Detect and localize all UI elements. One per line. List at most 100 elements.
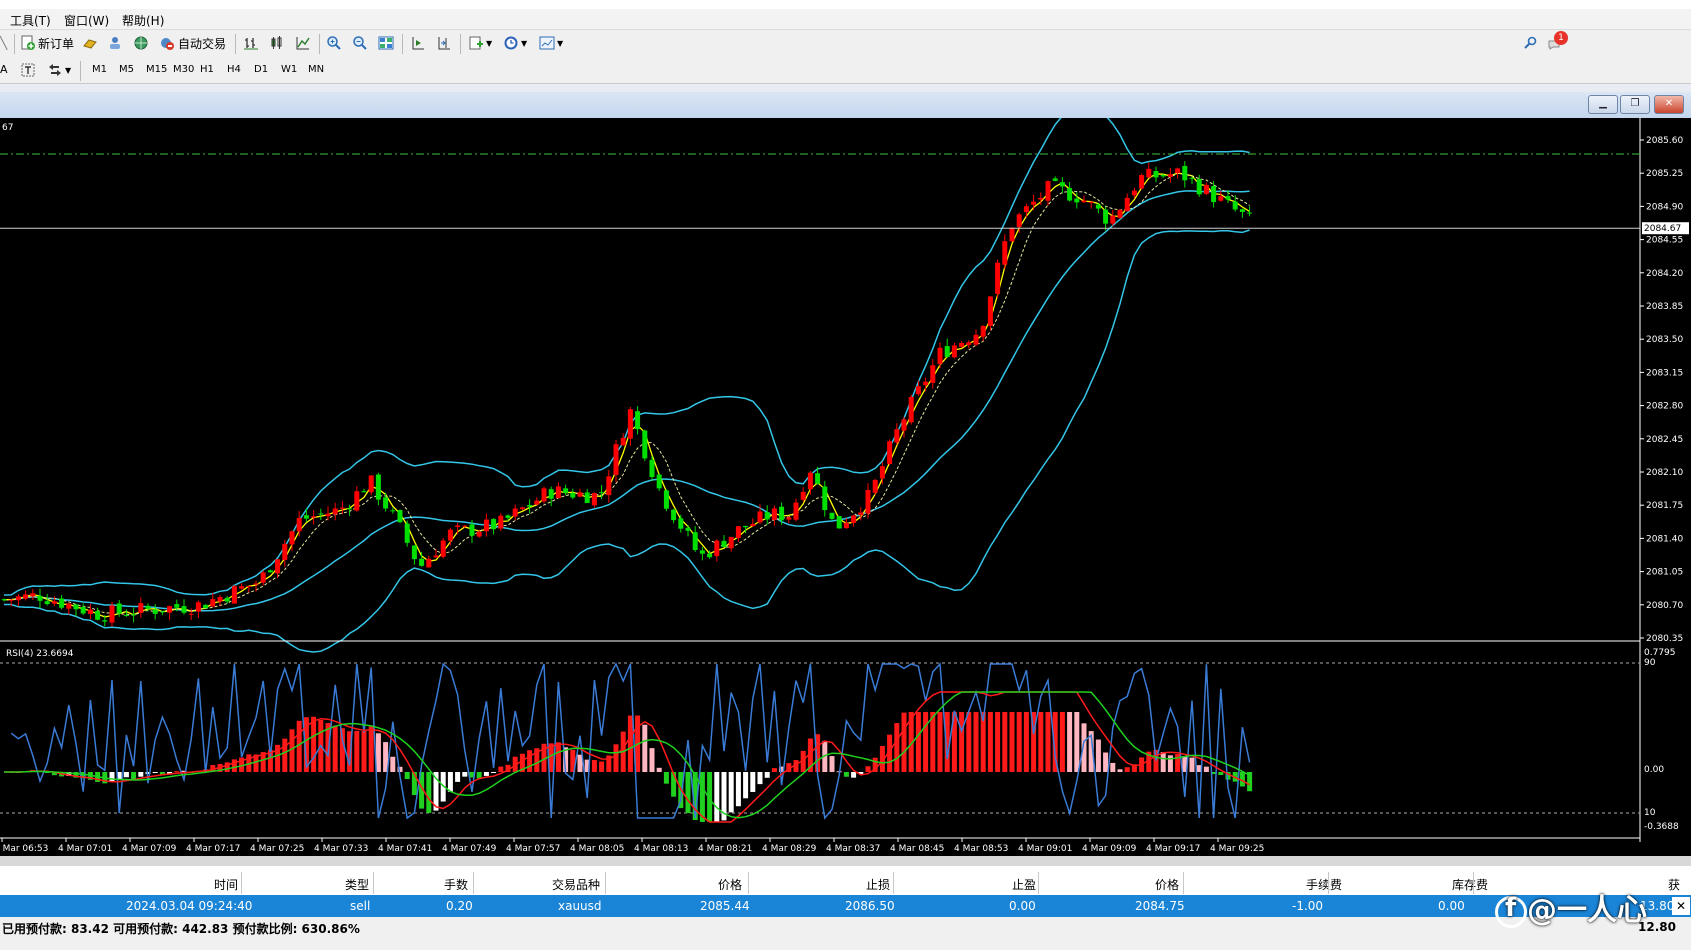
close-order-icon[interactable]: ✕ — [1672, 897, 1690, 915]
auto-scroll-icon — [412, 37, 424, 50]
templates-button[interactable]: ▼ — [539, 33, 563, 53]
search-icon — [1524, 36, 1537, 49]
timeframe-m1[interactable]: M1 — [88, 61, 111, 79]
periods-button[interactable]: ▼ — [503, 33, 527, 53]
order-row[interactable]: 2024.03.04 09:24:40 sell 0.20 xauusd 208… — [0, 895, 1691, 917]
close-window-button[interactable]: ✕ — [1654, 95, 1684, 114]
candle-body — [570, 492, 576, 498]
candle-body — [1117, 209, 1123, 218]
column-divider — [1328, 872, 1329, 894]
timeframe-h4[interactable]: H4 — [223, 61, 245, 79]
candle-body — [145, 605, 151, 609]
search-button[interactable] — [1522, 33, 1538, 53]
candle-body — [951, 345, 957, 358]
menu-tools[interactable]: 工具(T) — [10, 12, 51, 29]
notifications-button[interactable]: 1 — [1548, 31, 1568, 53]
orders-column-header[interactable]: 价格 — [1155, 876, 1179, 893]
line-chart-button[interactable] — [295, 33, 311, 53]
candle-body — [87, 609, 93, 614]
candle-body — [642, 430, 648, 459]
orders-column-header[interactable]: 类型 — [345, 876, 369, 893]
candle-body — [73, 604, 79, 610]
corner-label: 67 — [2, 123, 13, 133]
candle-body — [102, 620, 108, 622]
time-tick-label: 4 Mar 07:17 — [186, 844, 240, 854]
orders-column-header[interactable]: 价格 — [718, 876, 742, 893]
candle-body — [1023, 206, 1029, 213]
histogram-bar — [735, 772, 741, 807]
auto-trading-button[interactable]: 自动交易 — [159, 33, 226, 53]
histogram-bar — [1095, 739, 1101, 772]
back-icon[interactable]: ╲ — [0, 33, 7, 53]
orders-column-header[interactable]: 手续费 — [1306, 876, 1342, 893]
text-label-tool-button[interactable] — [20, 60, 36, 80]
data-window-button[interactable] — [107, 33, 123, 53]
time-tick-label: 4 Mar 07:25 — [250, 844, 304, 854]
candle-body — [275, 559, 281, 574]
market-watch-button[interactable] — [82, 33, 98, 53]
column-divider — [748, 872, 749, 894]
minimize-button[interactable]: ▁ — [1588, 95, 1618, 114]
menu-help[interactable]: 帮助(H) — [122, 12, 164, 29]
timeframe-mn[interactable]: MN — [304, 61, 328, 79]
orders-column-header[interactable]: 交易品种 — [552, 876, 600, 893]
candle-body — [231, 586, 237, 604]
price-chart[interactable]: 2085.60 2085.25 2084.90 2084.55 2084.20 2083.… — [0, 105, 1691, 856]
time-tick-label: 4 Mar 08:21 — [698, 844, 752, 854]
candle-body — [339, 507, 345, 509]
candle-body — [318, 513, 324, 515]
candle-body — [174, 604, 180, 608]
histogram-bar — [728, 772, 734, 813]
tile-windows-button[interactable] — [378, 33, 394, 53]
timeframe-d1[interactable]: D1 — [250, 61, 272, 79]
histogram-bar — [599, 761, 605, 772]
candle-body — [757, 511, 763, 523]
new-order-button[interactable]: 新订单 — [20, 33, 74, 53]
bar-chart-button[interactable] — [243, 33, 259, 53]
candle-body — [793, 502, 799, 520]
chart-area[interactable]: 2085.60 2085.25 2084.90 2084.55 2084.20 2083.… — [0, 105, 1691, 856]
timeframe-m30[interactable]: M30 — [169, 61, 198, 79]
candle-body — [923, 381, 929, 386]
timeframe-m5[interactable]: M5 — [115, 61, 138, 79]
candlestick-button[interactable] — [269, 33, 285, 53]
price-tick-label: 2084.20 — [1646, 269, 1683, 279]
orders-column-header[interactable]: 止损 — [866, 876, 890, 893]
text-tool-button[interactable]: A — [0, 61, 12, 79]
candle-body — [599, 492, 605, 494]
zoom-in-icon — [327, 36, 341, 50]
orders-column-header[interactable]: 止盈 — [1012, 876, 1036, 893]
chart-shift-button[interactable] — [436, 33, 452, 53]
indicators-button[interactable]: ▼ — [468, 33, 492, 53]
candle-body — [289, 531, 295, 545]
candle-body — [1, 599, 7, 601]
menu-window[interactable]: 窗口(W) — [64, 12, 109, 29]
time-tick-label: 4 Mar 07:33 — [314, 844, 368, 854]
candle-body — [447, 529, 453, 541]
timeframe-h1[interactable]: H1 — [196, 61, 218, 79]
auto-scroll-button[interactable] — [410, 33, 426, 53]
candle-body — [59, 598, 65, 608]
zoom-out-button[interactable] — [352, 33, 368, 53]
navigator-button[interactable] — [133, 33, 149, 53]
histogram-bar — [685, 772, 691, 814]
indicator-axis-label: -0.3688 — [1644, 822, 1679, 832]
histogram-bar — [361, 731, 367, 772]
candle-body — [973, 334, 979, 345]
histogram-bar — [1023, 712, 1029, 772]
orders-column-header[interactable]: 手数 — [444, 876, 468, 893]
timeframe-m15[interactable]: M15 — [142, 61, 171, 79]
candle-body — [66, 603, 72, 609]
restore-button[interactable]: ❐ — [1620, 95, 1650, 114]
orders-column-header[interactable]: 时间 — [214, 876, 238, 893]
arrows-tool-button[interactable]: ▼ — [47, 60, 71, 80]
candle-body — [656, 474, 662, 489]
histogram-bar — [995, 712, 1001, 772]
candle-body — [325, 513, 331, 517]
histogram-bar — [390, 756, 396, 772]
zoom-in-button[interactable] — [326, 33, 342, 53]
candle-body — [296, 517, 302, 532]
timeframe-w1[interactable]: W1 — [277, 61, 301, 79]
orders-column-header[interactable]: 库存费 — [1452, 876, 1488, 893]
candle-body — [1045, 181, 1051, 201]
